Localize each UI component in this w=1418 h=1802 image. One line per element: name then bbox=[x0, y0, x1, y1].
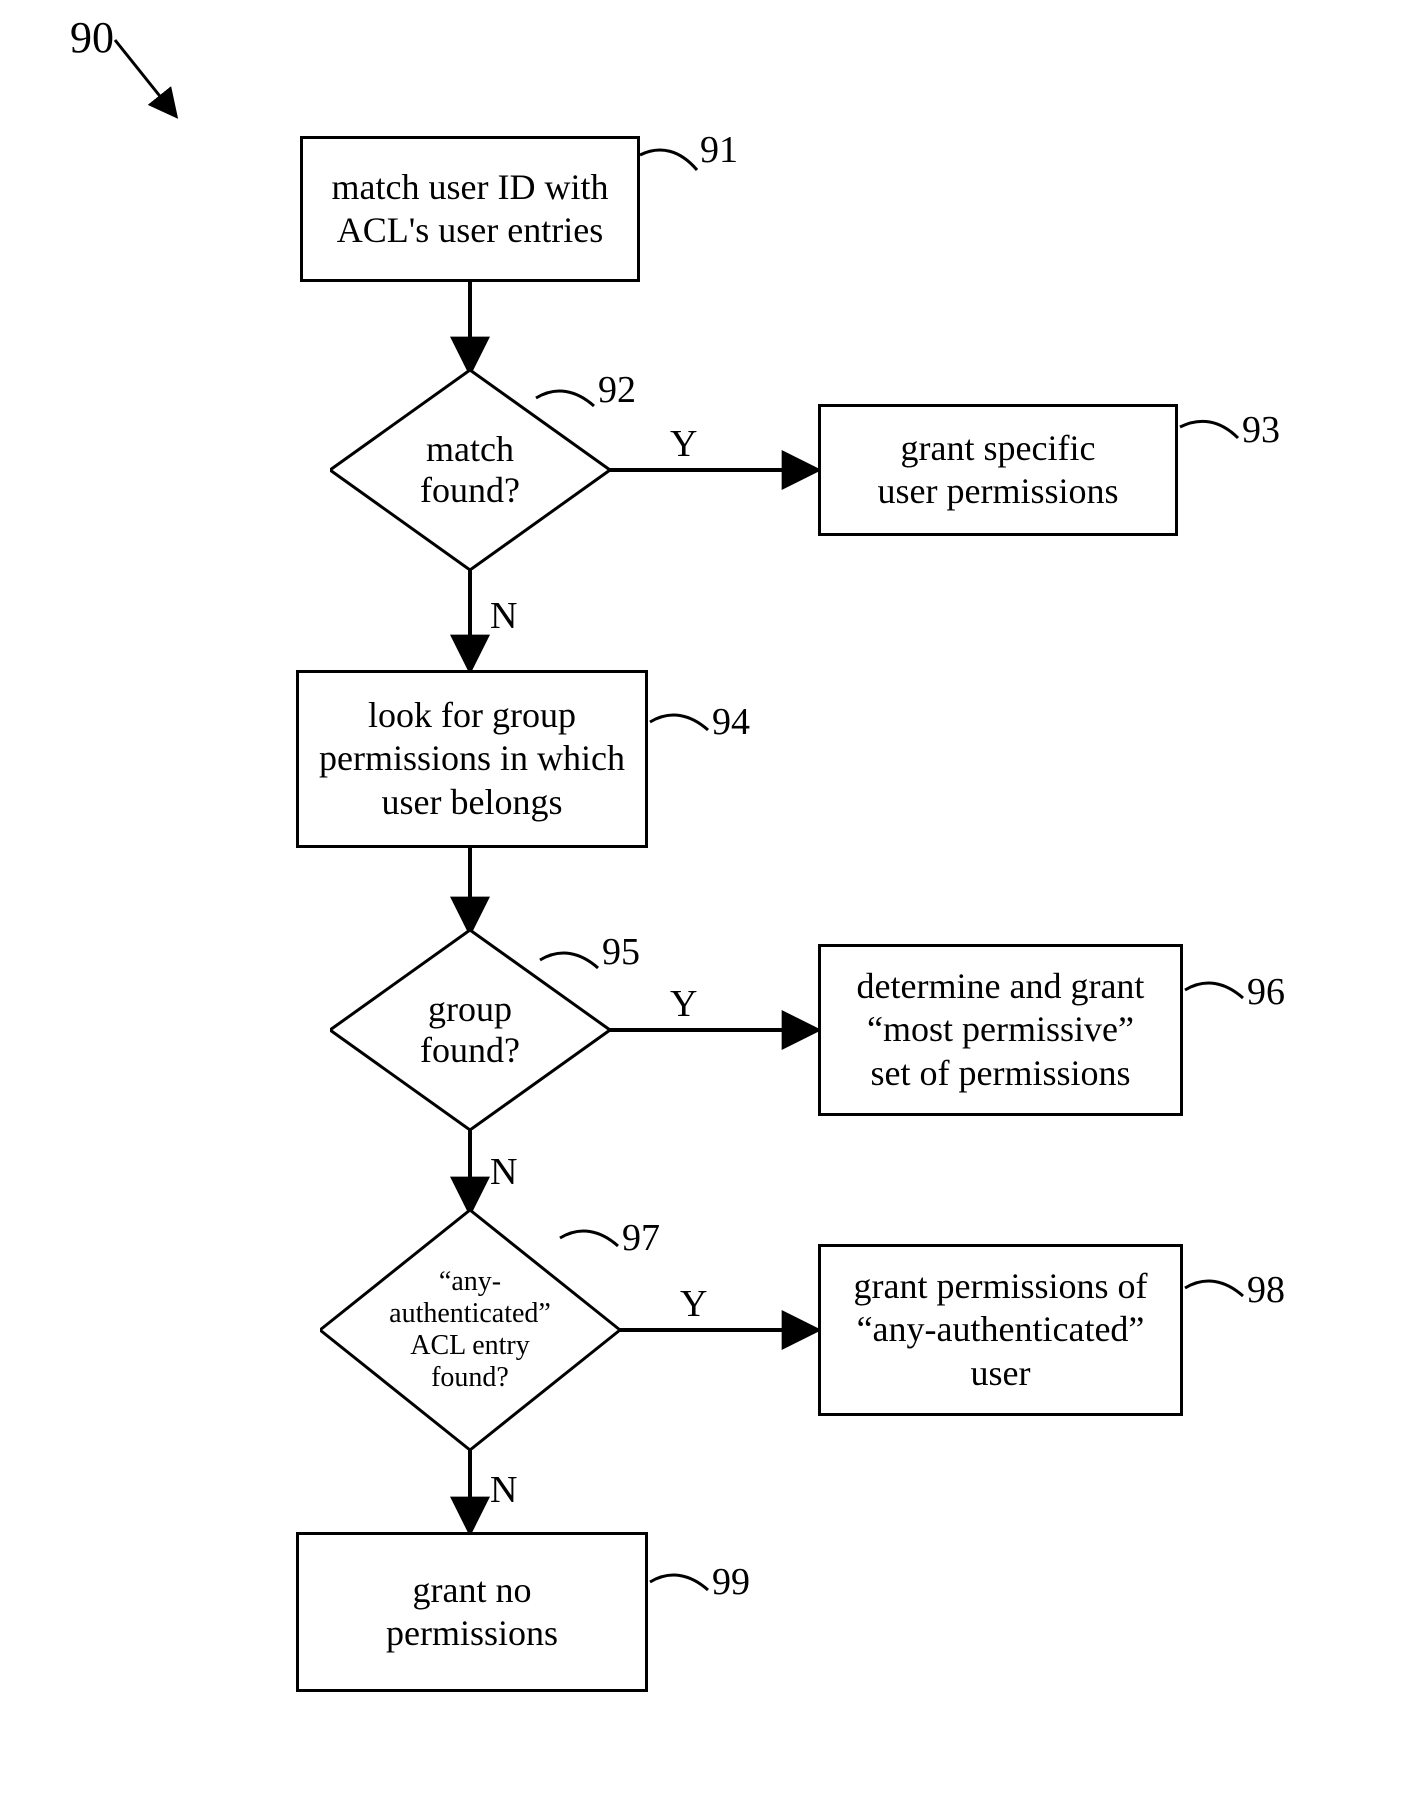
ref-94: 94 bbox=[712, 700, 750, 744]
edge-label-y: Y bbox=[680, 1282, 707, 1326]
box-grant-specific-user: grant specific user permissions bbox=[818, 404, 1178, 536]
diamond-text: “any- authenticated” ACL entry found? bbox=[389, 1266, 551, 1395]
ref-92: 92 bbox=[598, 368, 636, 412]
diagram-ref-label: 90 bbox=[70, 12, 114, 63]
box-grant-any-authenticated: grant permissions of “any-authenticated”… bbox=[818, 1244, 1183, 1416]
decision-match-found: match found? bbox=[330, 370, 610, 570]
box-text: grant no permissions bbox=[386, 1569, 558, 1655]
ref-91: 91 bbox=[700, 128, 738, 172]
decision-any-authenticated: “any- authenticated” ACL entry found? bbox=[320, 1210, 620, 1450]
edge-label-n: N bbox=[490, 1150, 517, 1194]
diamond-text: group found? bbox=[420, 989, 520, 1072]
box-look-for-group: look for group permissions in which user… bbox=[296, 670, 648, 848]
acl-permission-flowchart: 90 match user ID with ACL's user entries… bbox=[0, 0, 1418, 1802]
decision-group-found: group found? bbox=[330, 930, 610, 1130]
edge-label-n: N bbox=[490, 1468, 517, 1512]
edge-label-y: Y bbox=[670, 982, 697, 1026]
ref-97: 97 bbox=[622, 1216, 660, 1260]
connectors bbox=[0, 0, 1418, 1802]
ref-98: 98 bbox=[1247, 1268, 1285, 1312]
box-text: determine and grant “most permissive” se… bbox=[857, 965, 1145, 1095]
box-text: grant specific user permissions bbox=[878, 427, 1119, 513]
ref-99: 99 bbox=[712, 1560, 750, 1604]
edge-label-n: N bbox=[490, 594, 517, 638]
diamond-text: match found? bbox=[420, 429, 520, 512]
edge-label-y: Y bbox=[670, 422, 697, 466]
box-text: grant permissions of “any-authenticated”… bbox=[854, 1265, 1148, 1395]
ref-95: 95 bbox=[602, 930, 640, 974]
box-grant-no-permissions: grant no permissions bbox=[296, 1532, 648, 1692]
box-match-user-id: match user ID with ACL's user entries bbox=[300, 136, 640, 282]
ref-93: 93 bbox=[1242, 408, 1280, 452]
box-text: match user ID with ACL's user entries bbox=[332, 166, 609, 252]
box-most-permissive: determine and grant “most permissive” se… bbox=[818, 944, 1183, 1116]
ref-96: 96 bbox=[1247, 970, 1285, 1014]
box-text: look for group permissions in which user… bbox=[319, 694, 625, 824]
